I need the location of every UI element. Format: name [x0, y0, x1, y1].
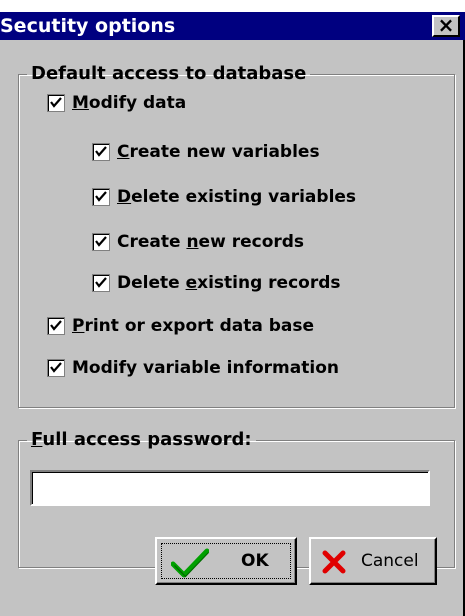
close-icon: ×	[437, 13, 455, 37]
check-icon	[50, 362, 62, 373]
green-checkmark-icon	[171, 548, 209, 578]
check-icon	[95, 277, 107, 288]
modify-variable-info-label: Modify variable information	[72, 358, 339, 378]
check-icon	[50, 320, 62, 331]
ok-button[interactable]: OK	[155, 537, 297, 585]
checkbox-box[interactable]	[47, 94, 65, 112]
delete-existing-variables-label: Delete existing variables	[117, 187, 357, 207]
checkbox-box[interactable]	[92, 188, 110, 206]
cancel-label: Cancel	[361, 551, 419, 571]
password-input[interactable]	[30, 470, 430, 506]
check-icon	[50, 97, 62, 108]
print-export-label: Print or export data base	[72, 316, 315, 336]
check-icon	[95, 236, 107, 247]
create-new-records-label: Create new records	[117, 232, 305, 252]
dialog-body: Default access to database Modify data C…	[0, 40, 465, 616]
checkbox-box[interactable]	[92, 274, 110, 292]
password-legend: Full access password:	[31, 429, 252, 450]
checkbox-box[interactable]	[47, 359, 65, 377]
create-new-variables-label: Create new variables	[117, 142, 320, 162]
red-x-icon	[322, 550, 346, 574]
window-title: Secutity options	[0, 15, 176, 37]
modify-data-label: Modify data	[72, 93, 187, 113]
default-access-legend: Default access to database	[31, 63, 307, 84]
close-button[interactable]: ×	[432, 13, 460, 37]
checkbox-box[interactable]	[92, 233, 110, 251]
checkbox-box[interactable]	[92, 143, 110, 161]
ok-label: OK	[241, 551, 269, 571]
check-icon	[95, 191, 107, 202]
delete-existing-records-label: Delete existing records	[117, 273, 341, 293]
check-icon	[95, 146, 107, 157]
checkbox-box[interactable]	[47, 317, 65, 335]
title-bar: Secutity options ×	[0, 0, 465, 40]
cancel-button[interactable]: Cancel	[309, 537, 437, 585]
